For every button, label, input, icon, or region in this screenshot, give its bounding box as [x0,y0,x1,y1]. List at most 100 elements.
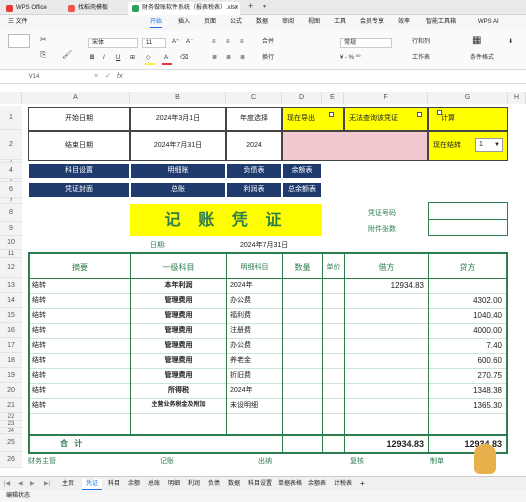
row-header[interactable]: 4 [0,163,22,179]
decrease-font-icon[interactable]: A⁻ [186,38,193,47]
cell-summary[interactable]: 结转 [32,293,128,308]
cell-subject[interactable]: 所得税 [131,383,226,398]
tab-workbook[interactable]: 财务做账软件系统（报表税表）.xlsx [128,2,240,15]
row-header[interactable]: 25 [0,434,22,452]
cell-summary[interactable]: 结转 [32,323,128,338]
row-col-button[interactable]: 行和列 [412,38,430,47]
cut-icon[interactable]: ✂ [40,35,47,44]
menu-file[interactable]: 三 文件 [8,17,28,27]
row-header[interactable]: 17 [0,338,22,353]
cell-credit[interactable]: 1365.30 [429,398,506,413]
row-header[interactable]: 16 [0,323,22,338]
menu-data[interactable]: 数据 [256,17,268,27]
calc-checkbox[interactable] [437,110,442,115]
cell-debit[interactable]: 12934.83 [345,278,428,293]
nav-income-statement[interactable]: 利润表 [226,182,282,198]
calculate-button[interactable]: 计算 [428,107,508,131]
export-now-button[interactable]: 现在导出 [282,107,344,131]
nav-total-balance[interactable]: 总余额表 [282,182,322,198]
row-header[interactable]: 26 [0,452,22,468]
row-header[interactable]: 18 [0,353,22,368]
cell-detail[interactable]: 办公费 [230,293,282,308]
fx-icon[interactable]: fx [117,72,122,82]
cell-detail[interactable]: 办公费 [230,338,282,353]
italic-button[interactable]: I [103,54,105,63]
fill-icon[interactable]: ⬇ [508,38,513,47]
row-header[interactable]: 14 [0,293,22,308]
cell-credit[interactable]: 600.60 [429,353,506,368]
row-header[interactable]: 12 [0,258,22,278]
nav-balance-table[interactable]: 余额表 [282,163,322,179]
row-header[interactable]: 6 [0,182,22,198]
row-header[interactable]: 20 [0,383,22,398]
fill-color-icon[interactable]: ◇ [146,54,151,63]
row-header[interactable]: 22 [0,413,22,421]
current-month-select[interactable]: 1 ▼ [475,138,503,152]
cell-credit[interactable]: 270.75 [429,368,506,383]
row-header[interactable]: 13 [0,278,22,293]
sheet-tab-data[interactable]: 数据 [228,479,240,489]
cell-credit[interactable]: 1348.38 [429,383,506,398]
col-header-f[interactable]: F [344,92,428,104]
cell-detail[interactable]: 注册费 [230,323,282,338]
increase-font-icon[interactable]: A⁺ [172,38,179,47]
name-box[interactable]: V14 [4,73,64,82]
font-color-button[interactable]: A [164,54,168,63]
nav-voucher-cover[interactable]: 凭证封面 [28,182,130,198]
row-header[interactable]: 15 [0,308,22,323]
menu-efficiency[interactable]: 效率 [398,17,410,27]
new-tab-icon[interactable]: + [248,1,253,12]
paste-icon[interactable] [8,34,30,48]
cell-detail[interactable]: 养老金 [230,353,282,368]
cell-subject[interactable]: 管理费用 [131,308,226,323]
currency-icon[interactable]: ¥ - % ⁰⁰ [340,54,360,63]
conditional-format-button[interactable]: 条件格式 [470,54,494,63]
cancel-icon[interactable]: × [94,72,98,82]
cell-detail[interactable]: 2024年 [230,278,282,293]
row-header[interactable]: 2 [0,130,22,160]
sheet-tab-balance[interactable]: 余额 [128,479,140,489]
cell-credit[interactable]: 4302.00 [429,293,506,308]
spreadsheet-grid[interactable]: A B C D E F G H 1 2 3 4 5 6 7 8 9 10 11 … [0,84,526,476]
number-format-select[interactable]: 常规 [340,38,392,48]
sheet-tab-general-ledger[interactable]: 总账 [148,479,160,489]
nav-subject-settings[interactable]: 科目设置 [28,163,130,179]
no-query-checkbox[interactable] [417,112,422,117]
align-center-icon[interactable]: ≣ [226,54,231,63]
cell-debit[interactable] [345,293,428,308]
row-header[interactable]: 21 [0,398,22,413]
select-all-corner[interactable] [0,92,22,104]
cell-detail[interactable]: 2024年 [230,383,282,398]
font-size-select[interactable]: 11 [142,38,166,48]
align-left-icon[interactable]: ≣ [212,54,217,63]
menu-member[interactable]: 会员专享 [360,17,384,27]
cell-summary[interactable]: 结转 [32,278,128,293]
row-header[interactable]: 9 [0,222,22,236]
cell-subject[interactable]: 管理费用 [131,293,226,308]
cell-subject[interactable]: 管理费用 [131,323,226,338]
cell-subject[interactable]: 管理费用 [131,338,226,353]
cell-summary[interactable]: 结转 [32,353,128,368]
confirm-icon[interactable]: ✓ [105,72,111,82]
cell-debit[interactable] [345,368,428,383]
cell-summary[interactable]: 结转 [32,338,128,353]
sheet-nav-prev-icon[interactable]: ◀ [18,479,23,489]
row-header[interactable]: 11 [0,250,22,258]
sheet-tab-voucher[interactable]: 凭证 [82,479,103,490]
cell-summary[interactable]: 结转 [32,308,128,323]
add-sheet-icon[interactable]: + [360,479,365,489]
sheet-tab-document-form[interactable]: 单据表格 [278,479,302,489]
row-header[interactable]: 8 [0,204,22,222]
col-header-d[interactable]: D [282,92,322,104]
clear-format-icon[interactable]: ⌫ [180,54,188,63]
menu-smart-toolbox[interactable]: 智能工具箱 [426,17,456,27]
sheet-tab-liabilities[interactable]: 负债 [208,479,220,489]
font-name-select[interactable]: 宋体 [88,38,138,48]
cell-credit[interactable]: 4000.00 [429,323,506,338]
row-header[interactable]: 10 [0,236,22,250]
row-header[interactable]: 19 [0,368,22,383]
menu-home[interactable]: 开始 [150,17,163,28]
sheet-tab-profit[interactable]: 利润 [188,479,200,489]
no-query-voucher-button[interactable]: 无法查询该凭证 [344,107,428,131]
cell-debit[interactable] [345,353,428,368]
